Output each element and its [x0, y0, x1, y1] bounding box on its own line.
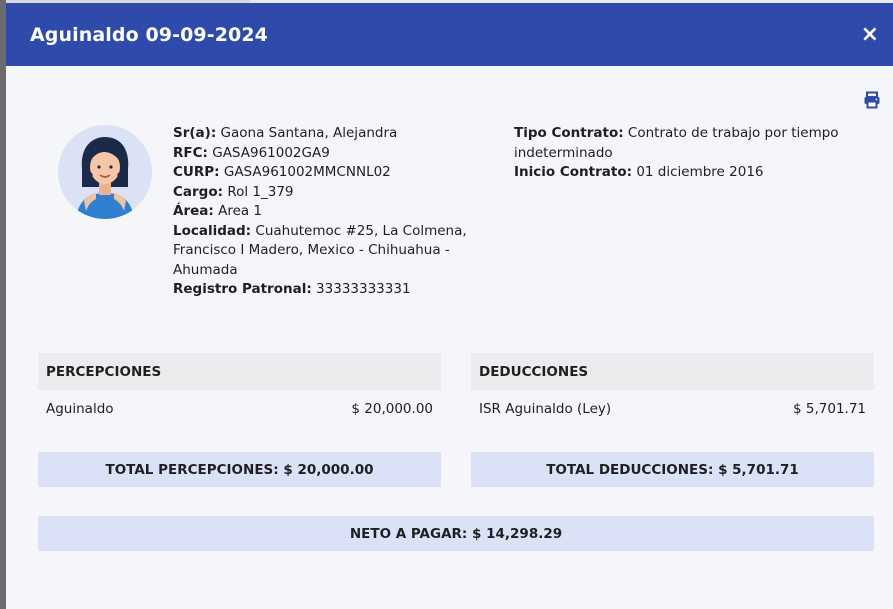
- close-icon[interactable]: ×: [861, 23, 879, 46]
- modal-header: Aguinaldo 09-09-2024 ×: [6, 3, 893, 66]
- inicio-contrato-line: Inicio Contrato: 01 diciembre 2016: [514, 164, 764, 180]
- localidad-line: Localidad: Cuahutemoc #25, La Colmena, F…: [173, 222, 467, 278]
- percepcion-amount: $ 20,000.00: [351, 401, 433, 417]
- print-icon[interactable]: [863, 91, 881, 109]
- employee-info: Sr(a): Gaona Santana, Alejandra RFC: GAS…: [173, 124, 473, 300]
- percepcion-concept: Aguinaldo: [46, 401, 114, 417]
- total-deducciones: TOTAL DEDUCCIONES: $ 5,701.71: [471, 452, 874, 487]
- contract-info: Tipo Contrato: Contrato de trabajo por t…: [514, 124, 844, 183]
- area-line: Área: Area 1: [173, 203, 263, 219]
- aguinaldo-modal: Aguinaldo 09-09-2024 × Sr(a): Gaona Sant…: [6, 3, 893, 609]
- neto-a-pagar: NETO A PAGAR: $ 14,298.29: [38, 516, 874, 551]
- avatar-icon: [58, 125, 152, 219]
- tipo-contrato-line: Tipo Contrato: Contrato de trabajo por t…: [514, 125, 839, 161]
- deduccion-concept: ISR Aguinaldo (Ley): [479, 401, 612, 417]
- name-line: Sr(a): Gaona Santana, Alejandra: [173, 125, 398, 141]
- registro-line: Registro Patronal: 33333333331: [173, 281, 411, 297]
- modal-title: Aguinaldo 09-09-2024: [30, 23, 269, 46]
- total-percepciones: TOTAL PERCEPCIONES: $ 20,000.00: [38, 452, 441, 487]
- curp-line: CURP: GASA961002MMCNNL02: [173, 164, 391, 180]
- deduccion-amount: $ 5,701.71: [793, 401, 866, 417]
- percepcion-row: Aguinaldo $ 20,000.00: [38, 398, 441, 420]
- rfc-line: RFC: GASA961002GA9: [173, 144, 330, 161]
- percepciones-header: PERCEPCIONES: [38, 353, 441, 390]
- deducciones-header: DEDUCCIONES: [471, 353, 874, 390]
- cargo-line: Cargo: Rol 1_379: [173, 183, 294, 200]
- deduccion-row: ISR Aguinaldo (Ley) $ 5,701.71: [471, 398, 874, 420]
